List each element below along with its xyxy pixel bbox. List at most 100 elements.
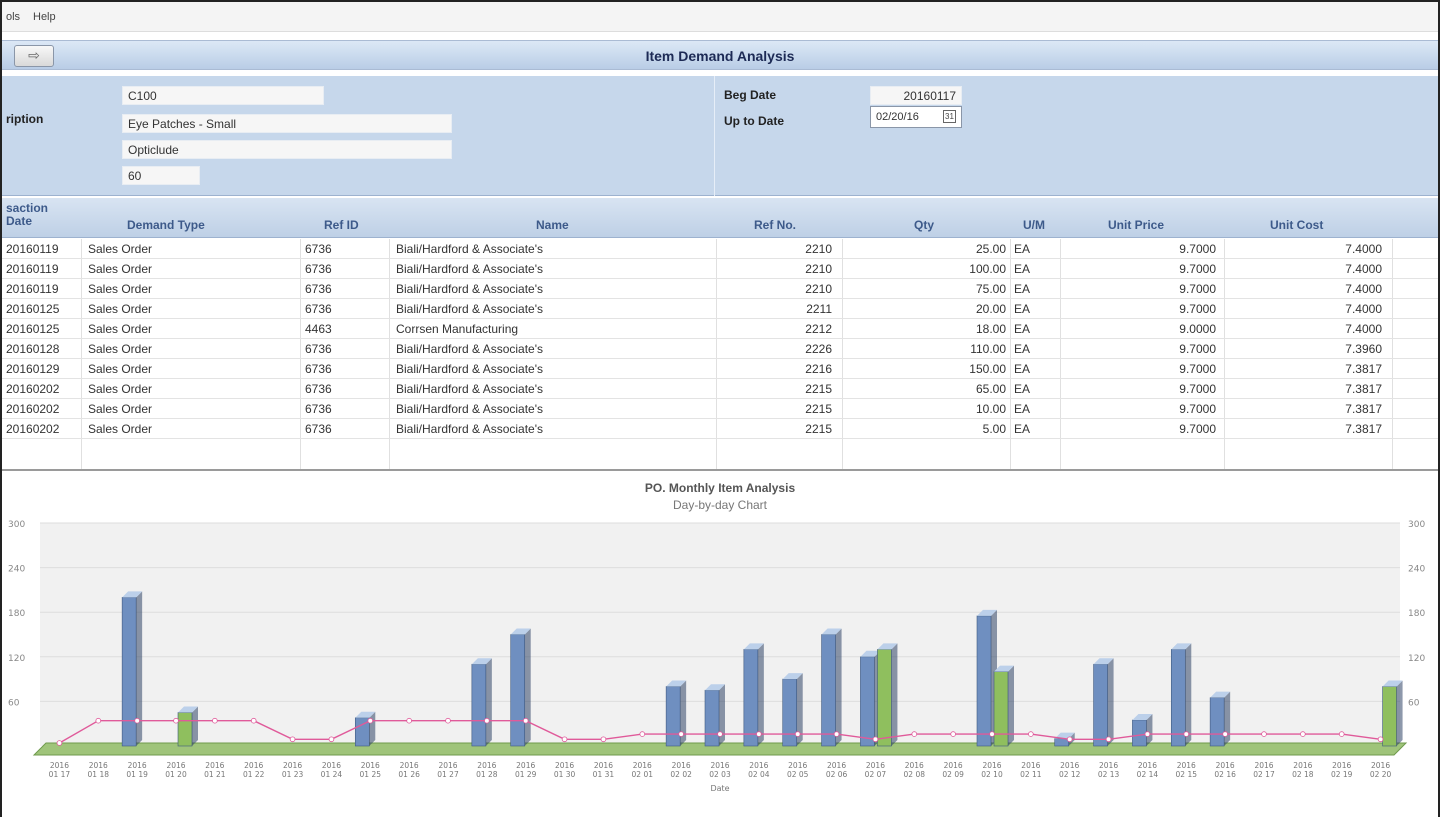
cell-unit-cost: 7.3960 [1345, 342, 1382, 356]
cell-unit-cost: 7.4000 [1345, 282, 1382, 296]
x-tick-label: 01 30 [554, 770, 576, 779]
x-tick-label: 2016 [1216, 761, 1235, 770]
cell-qty: 20.00 [975, 302, 1006, 316]
col-header-ref-id[interactable]: Ref ID [324, 218, 359, 232]
bar-series-1 [782, 678, 798, 747]
cell-demand-type: Sales Order [88, 242, 153, 256]
item-code-field[interactable]: C100 [122, 86, 324, 105]
table-row[interactable]: 20160202 Sales Order 6736 Biali/Hardford & … [2, 419, 1438, 439]
x-tick-label: 2016 [361, 761, 380, 770]
table-row[interactable]: 20160119 Sales Order 6736 Biali/Hardford & … [2, 239, 1438, 259]
cell-ref-id: 6736 [305, 242, 332, 256]
y-tick-label-left: 60 [8, 698, 20, 708]
cell-demand-type: Sales Order [88, 342, 153, 356]
cell-date: 20160202 [6, 402, 60, 416]
bar-series-1 [1054, 738, 1070, 747]
beg-date-field[interactable]: 20160117 [870, 86, 962, 105]
x-tick-label: 01 27 [437, 770, 459, 779]
line-point [367, 717, 374, 724]
cell-um: EA [1014, 262, 1031, 276]
line-point [250, 717, 257, 724]
bar-series-2-side [891, 643, 898, 746]
x-tick-label: 2016 [749, 761, 768, 770]
col-header-name[interactable]: Name [536, 218, 569, 232]
cell-unit-cost: 7.4000 [1345, 302, 1382, 316]
cell-date: 20160125 [6, 322, 60, 336]
table-row[interactable]: 20160125 Sales Order 6736 Biali/Hardford & … [2, 299, 1438, 319]
x-tick-label: 02 03 [709, 770, 731, 779]
cell-unit-cost: 7.3817 [1345, 402, 1382, 416]
table-row[interactable]: 20160202 Sales Order 6736 Biali/Hardford & … [2, 399, 1438, 419]
up-to-date-label: Up to Date [724, 114, 784, 128]
cell-demand-type: Sales Order [88, 282, 153, 296]
table-row[interactable]: 20160129 Sales Order 6736 Biali/Hardford & … [2, 359, 1438, 379]
col-header-unit-price[interactable]: Unit Price [1108, 218, 1164, 232]
cell-ref-id: 6736 [305, 362, 332, 376]
cell-qty: 5.00 [982, 422, 1006, 436]
line-point [639, 731, 646, 737]
menu-tools[interactable]: ols [6, 11, 20, 23]
cell-um: EA [1014, 422, 1031, 436]
col-header-qty[interactable]: Qty [914, 218, 934, 232]
x-tick-label: 01 20 [165, 770, 187, 779]
cell-unit-price: 9.7000 [1179, 382, 1216, 396]
x-tick-label: 02 05 [787, 770, 809, 779]
col-header-demand-type[interactable]: Demand Type [127, 218, 205, 232]
menu-help[interactable]: Help [33, 11, 56, 23]
cell-name: Biali/Hardford & Associate's [396, 362, 544, 376]
table-row[interactable]: 20160128 Sales Order 6736 Biali/Hardford & … [2, 339, 1438, 359]
line-point [1300, 731, 1306, 737]
col-header-ref-no[interactable]: Ref No. [754, 218, 796, 232]
col-header-date[interactable]: saction Date [6, 202, 48, 228]
x-axis-label: Date [710, 784, 729, 793]
cell-demand-type: Sales Order [88, 262, 153, 276]
x-tick-label: 2016 [205, 761, 224, 770]
col-header-unit-cost[interactable]: Unit Cost [1270, 218, 1323, 232]
table-row[interactable]: 20160125 Sales Order 4463 Corrsen Manufactu… [2, 319, 1438, 339]
cell-unit-price: 9.7000 [1179, 262, 1216, 276]
cell-um: EA [1014, 242, 1031, 256]
x-tick-label: 01 31 [593, 770, 615, 779]
bar-series-1 [1170, 649, 1186, 747]
cell-demand-type: Sales Order [88, 402, 153, 416]
cell-demand-type: Sales Order [88, 382, 153, 396]
cell-ref-no: 2215 [805, 382, 832, 396]
pack-qty-field[interactable]: 60 [122, 166, 200, 185]
line-point [484, 717, 490, 724]
cell-unit-price: 9.7000 [1179, 402, 1216, 416]
cell-ref-no: 2215 [805, 422, 832, 436]
line-point [95, 717, 102, 724]
line-point [1105, 736, 1112, 743]
up-to-date-picker[interactable]: 02/20/16 31 [870, 106, 962, 128]
x-tick-label: 02 19 [1331, 770, 1353, 779]
cell-unit-cost: 7.3817 [1345, 422, 1382, 436]
col-header-um[interactable]: U/M [1023, 218, 1045, 232]
menu-bar: ols Help [2, 2, 1438, 32]
table-row[interactable]: 20160119 Sales Order 6736 Biali/Hardford & … [2, 259, 1438, 279]
cell-um: EA [1014, 302, 1031, 316]
x-tick-label: 02 04 [748, 770, 770, 779]
table-row[interactable]: 20160119 Sales Order 6736 Biali/Hardford & … [2, 279, 1438, 299]
cell-ref-id: 6736 [305, 422, 332, 436]
bar-series-1 [860, 656, 875, 747]
x-tick-label: 02 12 [1059, 770, 1081, 779]
y-tick-label-right: 300 [1408, 520, 1425, 530]
line-point [212, 717, 218, 724]
calendar-icon[interactable]: 31 [943, 110, 956, 123]
demand-chart: 300 300 240 240 180 180 120 120 60 60 2016 01 17 201… [8, 520, 1425, 793]
x-tick-label: 2016 [322, 761, 341, 770]
line-point [328, 736, 335, 743]
table-row[interactable]: 20160202 Sales Order 6736 Biali/Hardford & … [2, 379, 1438, 399]
brand-field[interactable]: Opticlude [122, 140, 452, 159]
cell-demand-type: Sales Order [88, 362, 153, 376]
description-field[interactable]: Eye Patches - Small [122, 114, 452, 133]
cell-um: EA [1014, 362, 1031, 376]
cell-name: Biali/Hardford & Associate's [396, 402, 544, 416]
cell-ref-no: 2211 [806, 302, 832, 316]
bar-series-1-side [835, 628, 842, 746]
x-tick-label: 2016 [1099, 761, 1118, 770]
cell-um: EA [1014, 382, 1031, 396]
cell-ref-no: 2216 [805, 362, 832, 376]
title-bar: ⇨ Item Demand Analysis [2, 40, 1438, 70]
x-tick-label: 2016 [827, 761, 846, 770]
